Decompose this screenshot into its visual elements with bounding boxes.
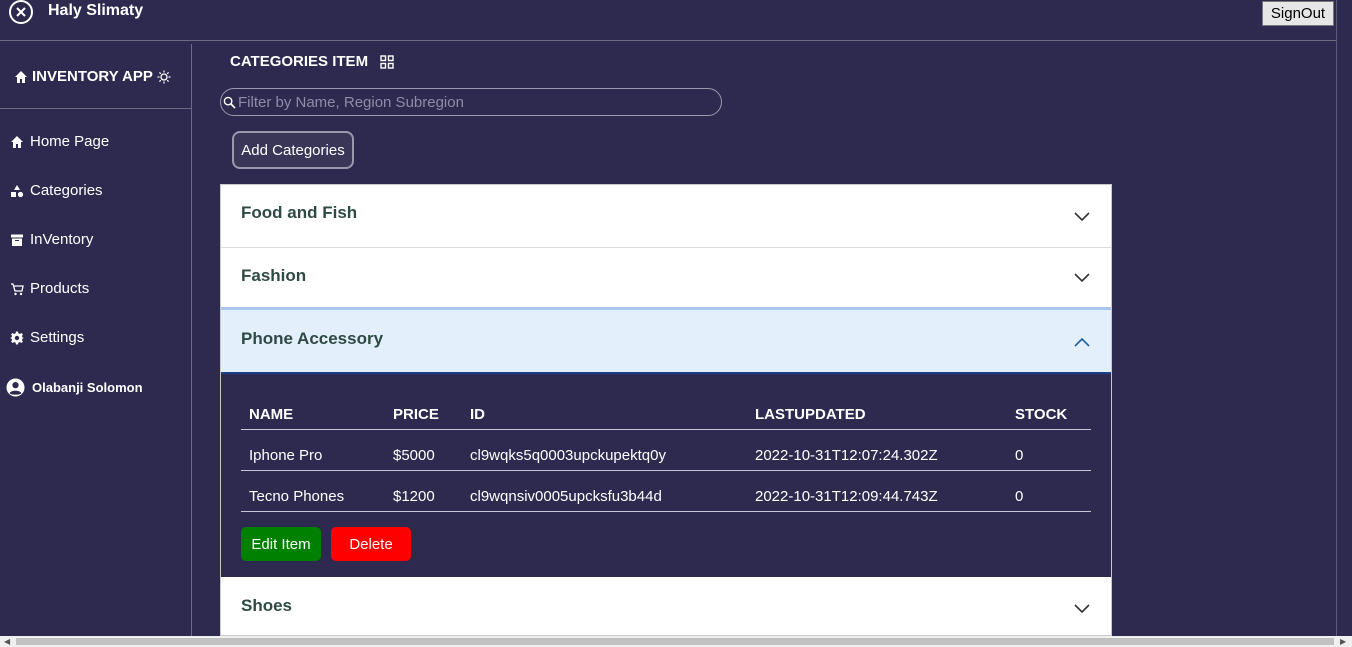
top-bar: Haly Slimaty SignOut xyxy=(0,0,1336,41)
sidebar-item-home[interactable]: Home Page xyxy=(10,133,109,150)
home-icon xyxy=(11,135,23,148)
edit-item-button[interactable]: Edit Item xyxy=(241,527,321,561)
column-header-name[interactable]: NAME xyxy=(249,406,293,423)
shapes-icon xyxy=(11,184,24,197)
column-header-id[interactable]: ID xyxy=(470,406,485,423)
signout-button[interactable]: SignOut xyxy=(1262,1,1334,26)
category-header-fashion[interactable]: Fashion xyxy=(221,248,1111,306)
archive-icon xyxy=(11,234,23,246)
sidebar-item-settings[interactable]: Settings xyxy=(10,329,84,346)
gear-icon xyxy=(10,331,24,344)
category-header-food-and-fish[interactable]: Food and Fish xyxy=(221,185,1111,248)
add-categories-button[interactable]: Add Categories xyxy=(232,131,354,169)
category-header-phone-accessory[interactable]: Phone Accessory xyxy=(221,307,1111,374)
cell-name: Iphone Pro xyxy=(249,447,323,464)
chevron-down-icon xyxy=(1074,212,1090,222)
divider xyxy=(1336,0,1337,636)
scroll-left-icon[interactable]: ◀ xyxy=(4,637,10,646)
scroll-right-icon[interactable]: ▶ xyxy=(1340,637,1346,646)
category-title: Phone Accessory xyxy=(241,329,384,348)
column-header-lastupdated[interactable]: LASTUPDATED xyxy=(755,406,866,423)
cell-price: $1200 xyxy=(393,488,435,505)
cell-id: cl9wqnsiv0005upcksfu3b44d xyxy=(470,488,662,505)
brand-label: INVENTORY APP xyxy=(32,68,153,85)
chevron-up-icon xyxy=(1074,337,1090,347)
column-header-price[interactable]: PRICE xyxy=(393,406,439,423)
close-icon[interactable] xyxy=(9,0,33,24)
home-icon xyxy=(15,70,27,83)
category-title: Fashion xyxy=(241,266,307,285)
brand[interactable]: INVENTORY APP xyxy=(14,68,171,85)
sidebar-divider xyxy=(0,108,191,109)
category-details: NAME PRICE ID LASTUPDATED STOCK Iphone P… xyxy=(221,374,1111,577)
user-name: Olabanji Solomon xyxy=(32,380,143,395)
sidebar-item-inventory[interactable]: InVentory xyxy=(10,231,93,248)
cell-stock: 0 xyxy=(1015,447,1024,464)
sidebar-item-label: InVentory xyxy=(30,231,94,248)
column-header-stock[interactable]: STOCK xyxy=(1015,406,1067,423)
category-header-shoes[interactable]: Shoes xyxy=(221,577,1111,635)
sidebar-item-categories[interactable]: Categories xyxy=(10,182,103,199)
horizontal-scrollbar[interactable]: ◀ ▶ xyxy=(0,636,1352,647)
cell-lastupdated: 2022-10-31T12:07:24.302Z xyxy=(755,447,938,464)
sun-icon[interactable] xyxy=(157,70,171,84)
user-avatar-icon xyxy=(6,378,25,397)
search-bar xyxy=(220,88,722,116)
chevron-down-icon xyxy=(1074,273,1090,283)
categories-accordion: Food and Fish Fashion Phone Accessory NA… xyxy=(220,184,1112,636)
sidebar-item-products[interactable]: Products xyxy=(10,280,89,297)
grid-icon[interactable] xyxy=(380,54,394,69)
scrollbar-thumb[interactable] xyxy=(16,638,1334,645)
table-divider xyxy=(241,429,1091,430)
sidebar-item-label: Settings xyxy=(30,329,85,346)
sidebar-item-label: Categories xyxy=(30,182,103,199)
table-divider xyxy=(241,511,1091,512)
chevron-down-icon xyxy=(1074,604,1090,614)
cell-name: Tecno Phones xyxy=(249,488,345,505)
category-title: Food and Fish xyxy=(241,202,358,222)
cell-stock: 0 xyxy=(1015,488,1024,505)
table-divider xyxy=(241,470,1091,471)
sidebar-item-label: Products xyxy=(30,280,90,297)
page-title-text: CATEGORIES ITEM xyxy=(230,53,369,70)
search-input[interactable] xyxy=(236,93,708,111)
page-title: CATEGORIES ITEM xyxy=(230,53,394,70)
cell-id: cl9wqks5q0003upckupektq0y xyxy=(470,447,666,464)
sidebar-item-label: Home Page xyxy=(30,133,110,150)
cell-price: $5000 xyxy=(393,447,435,464)
cart-icon xyxy=(11,282,24,295)
sidebar: INVENTORY APP Home Page Categories InVen… xyxy=(0,44,192,636)
search-icon xyxy=(223,96,236,109)
category-title: Shoes xyxy=(241,596,293,615)
user-profile[interactable]: Olabanji Solomon xyxy=(6,378,143,397)
delete-button[interactable]: Delete xyxy=(331,527,411,561)
app-name: Haly Slimaty xyxy=(48,2,144,19)
cell-lastupdated: 2022-10-31T12:09:44.743Z xyxy=(755,488,938,505)
